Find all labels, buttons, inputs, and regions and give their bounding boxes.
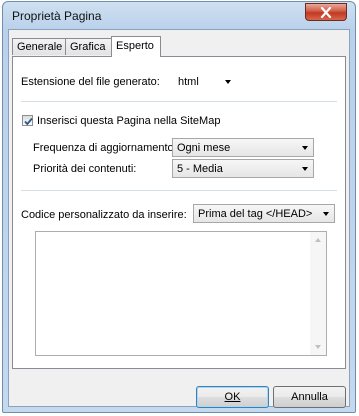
dialog-body: Generale Grafica Esperto Estensione del … [8,29,350,408]
code-position-select[interactable]: Prima del tag </HEAD> [193,204,335,223]
sitemap-checkbox[interactable] [22,115,33,126]
ok-button[interactable]: OK [196,386,269,408]
cancel-button-label: Annulla [291,391,328,403]
frequency-select[interactable]: Ogni mese [172,138,314,157]
frequency-label: Frequenza di aggiornamento: [33,142,177,154]
sitemap-checkbox-label: Inserisci questa Pagina nella SiteMap [37,115,221,127]
priority-select[interactable]: 5 - Media [172,159,314,178]
code-position-value: Prima del tag </HEAD> [198,208,313,220]
scroll-up-arrow-icon[interactable] [315,238,321,242]
ok-button-label: OK [224,391,241,403]
extension-select[interactable]: html [173,72,237,91]
vertical-scrollbar[interactable] [310,232,326,355]
chevron-down-icon [302,167,308,171]
close-button[interactable] [305,3,347,21]
custom-code-textarea[interactable] [35,231,327,356]
extension-value: html [178,76,199,88]
divider [21,101,337,102]
tab-label: Esperto [116,40,154,52]
cancel-button[interactable]: Annulla [273,386,346,408]
title-bar[interactable]: Proprietà Pagina [3,2,355,29]
chevron-down-icon [302,146,308,150]
properties-dialog: Proprietà Pagina Generale Grafica Espert… [2,1,356,413]
frequency-value: Ogni mese [177,142,231,154]
tab-grafica[interactable]: Grafica [65,38,112,55]
chevron-down-icon [225,80,231,84]
custom-code-label: Codice personalizzato da inserire: [21,209,187,221]
scroll-down-arrow-icon[interactable] [315,345,321,349]
dialog-title: Proprietà Pagina [12,9,102,23]
checkmark-icon [24,117,33,126]
extension-label: Estensione del file generato: [21,76,160,88]
chevron-down-icon [323,212,329,216]
tab-esperto[interactable]: Esperto [111,36,161,57]
close-icon [320,7,332,18]
tab-generale[interactable]: Generale [12,38,66,55]
priority-value: 5 - Media [177,163,223,175]
tab-label: Generale [17,41,63,53]
priority-label: Priorità dei contenuti: [33,163,137,175]
tab-label: Grafica [70,41,106,53]
divider [21,190,337,191]
